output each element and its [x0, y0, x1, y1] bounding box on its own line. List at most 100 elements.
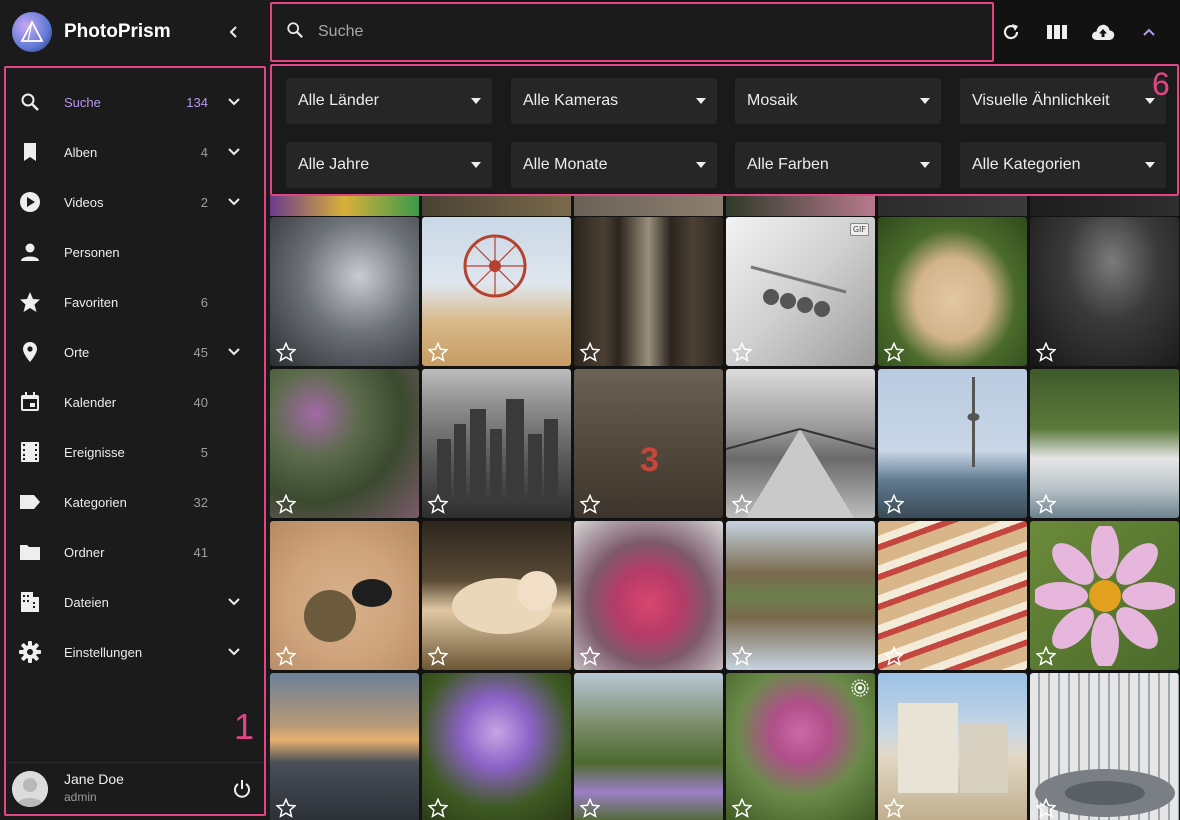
photo-tile[interactable] [422, 673, 571, 820]
star-icon[interactable] [428, 646, 448, 666]
search-input[interactable] [318, 18, 918, 46]
chevron-down-icon[interactable] [222, 640, 246, 664]
sidebar-item-kalender[interactable]: Kalender 40 [6, 377, 264, 427]
photo-tile[interactable]: GIF [726, 217, 875, 366]
chevron-down-icon[interactable] [222, 340, 246, 364]
skyline-graphic [437, 399, 558, 499]
search-icon [18, 90, 42, 114]
photo-tile[interactable] [270, 369, 419, 518]
star-icon[interactable] [732, 646, 752, 666]
star-icon[interactable] [276, 646, 296, 666]
bookmark-icon [18, 140, 42, 164]
photo-tile[interactable] [422, 369, 571, 518]
view-select[interactable]: Mosaik [735, 78, 941, 124]
sidebar-item-einstellungen[interactable]: Einstellungen [6, 627, 264, 677]
color-select[interactable]: Alle Farben [735, 142, 941, 188]
star-icon[interactable] [580, 342, 600, 362]
star-icon[interactable] [276, 798, 296, 818]
photo-tile[interactable] [1030, 196, 1179, 216]
chevron-down-icon[interactable] [222, 90, 246, 114]
sidebar-item-favoriten[interactable]: Favoriten 6 [6, 277, 264, 327]
photo-tile[interactable] [422, 217, 571, 366]
star-icon[interactable] [1036, 342, 1056, 362]
photo-tile[interactable] [574, 521, 723, 670]
photo-tile[interactable] [574, 673, 723, 820]
user-panel[interactable]: Jane Doe admin [6, 762, 264, 814]
star-icon[interactable] [884, 646, 904, 666]
country-select[interactable]: Alle Länder [286, 78, 492, 124]
star-icon[interactable] [1036, 798, 1056, 818]
photo-tile[interactable] [270, 673, 419, 820]
sort-select[interactable]: Visuelle Ähnlichkeit [960, 78, 1166, 124]
photo-tile[interactable] [1030, 217, 1179, 366]
star-icon[interactable] [428, 342, 448, 362]
sidebar-item-label: Dateien [64, 594, 109, 610]
power-icon[interactable] [230, 777, 254, 801]
sidebar-item-alben[interactable]: Alben 4 [6, 127, 264, 177]
sidebar-item-kategorien[interactable]: Kategorien 32 [6, 477, 264, 527]
photo-tile[interactable] [574, 196, 723, 216]
photo-tile[interactable] [726, 673, 875, 820]
photo-tile[interactable] [878, 217, 1027, 366]
star-icon[interactable] [732, 494, 752, 514]
chevron-down-icon[interactable] [222, 590, 246, 614]
select-value: Alle Monate [523, 156, 608, 173]
camera-select[interactable]: Alle Kameras [511, 78, 717, 124]
view-column-icon[interactable] [1045, 20, 1069, 44]
star-icon[interactable] [884, 342, 904, 362]
refresh-icon[interactable] [999, 20, 1023, 44]
star-icon[interactable] [732, 342, 752, 362]
star-icon[interactable] [1036, 646, 1056, 666]
month-select[interactable]: Alle Monate [511, 142, 717, 188]
sidebar-item-ordner[interactable]: Ordner 41 [6, 527, 264, 577]
chevron-down-icon[interactable] [222, 190, 246, 214]
photo-tile[interactable] [878, 521, 1027, 670]
sidebar-item-videos[interactable]: Videos 2 [6, 177, 264, 227]
dropdown-arrow-icon [693, 157, 709, 173]
photo-tile[interactable] [1030, 673, 1179, 820]
star-icon[interactable] [276, 494, 296, 514]
star-icon[interactable] [428, 798, 448, 818]
star-icon[interactable] [580, 494, 600, 514]
photo-tile[interactable]: 3 [574, 369, 723, 518]
photo-tile[interactable] [270, 196, 419, 216]
star-icon[interactable] [1036, 494, 1056, 514]
sidebar-item-ereignisse[interactable]: Ereignisse 5 [6, 427, 264, 477]
photo-tile[interactable] [726, 196, 875, 216]
photo-tile[interactable] [1030, 521, 1179, 670]
photo-tile[interactable] [574, 217, 723, 366]
category-select[interactable]: Alle Kategorien [960, 142, 1166, 188]
photo-tile[interactable] [878, 673, 1027, 820]
sidebar-item-orte[interactable]: Orte 45 [6, 327, 264, 377]
star-icon[interactable] [428, 494, 448, 514]
star-icon[interactable] [580, 646, 600, 666]
photo-tile[interactable] [878, 196, 1027, 216]
photo-tile[interactable] [270, 521, 419, 670]
calendar-icon [18, 390, 42, 414]
photo-tile[interactable] [726, 521, 875, 670]
avatar[interactable] [12, 770, 48, 807]
photo-tile[interactable] [422, 521, 571, 670]
upload-cloud-icon[interactable] [1091, 20, 1115, 44]
photo-tile[interactable] [270, 217, 419, 366]
sidebar-item-dateien[interactable]: Dateien [6, 577, 264, 627]
star-icon[interactable] [276, 342, 296, 362]
star-icon[interactable] [732, 798, 752, 818]
star-icon[interactable] [580, 798, 600, 818]
sidebar-item-count: 5 [200, 444, 208, 460]
photo-tile[interactable] [878, 369, 1027, 518]
star-icon[interactable] [884, 494, 904, 514]
place-icon [18, 340, 42, 364]
gif-badge: GIF [849, 223, 869, 236]
photo-tile[interactable] [1030, 369, 1179, 518]
chevron-down-icon[interactable] [222, 140, 246, 164]
year-select[interactable]: Alle Jahre [286, 142, 492, 188]
chevron-up-icon[interactable] [1137, 20, 1161, 44]
photo-tile[interactable] [422, 196, 571, 216]
sidebar-item-label: Orte [64, 344, 90, 360]
sidebar-item-personen[interactable]: Personen [6, 227, 264, 277]
star-icon[interactable] [884, 798, 904, 818]
photo-tile[interactable] [726, 369, 875, 518]
collapse-sidebar-icon[interactable] [222, 20, 246, 44]
sidebar-item-suche[interactable]: Suche 134 [6, 77, 264, 127]
